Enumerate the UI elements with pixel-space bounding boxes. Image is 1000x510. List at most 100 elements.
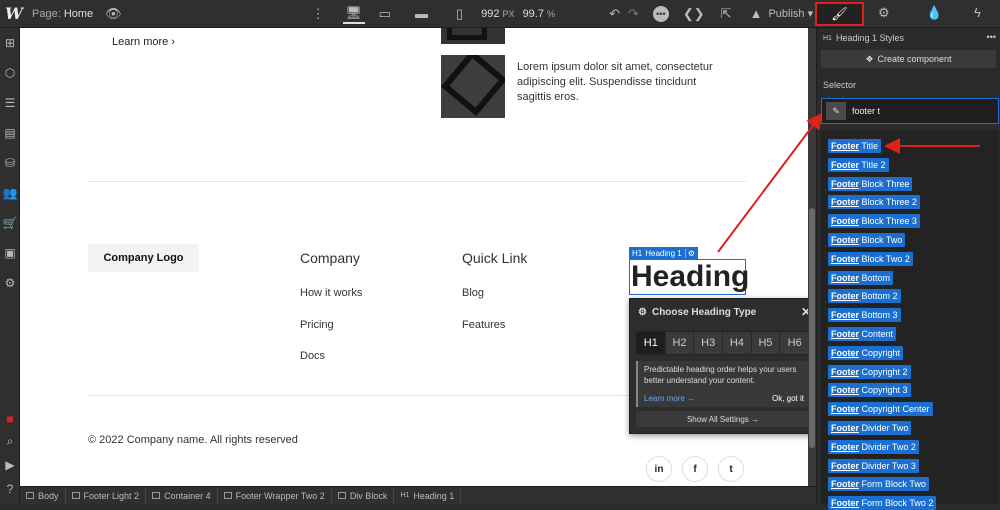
selector-suggestion[interactable]: Footer Block Two 2 [828, 251, 913, 266]
selector-suggestion[interactable]: Footer Block Three 2 [828, 195, 920, 210]
suggestion-rest: Bottom 2 [859, 291, 898, 302]
company-logo[interactable]: Company Logo [88, 244, 199, 272]
selector-suggestion[interactable]: Footer Copyright 2 [828, 364, 911, 379]
tab-h1[interactable]: H1 [637, 332, 666, 354]
show-all-settings-button[interactable]: Show All Settings → [636, 411, 808, 427]
selector-suggestion[interactable]: Footer Block Two [828, 233, 906, 247]
pages-icon[interactable]: ▤ [0, 118, 20, 148]
selector-suggestion[interactable]: Footer Divider Two 2 [828, 439, 919, 454]
heading-element-tag[interactable]: H1 Heading 1 ⚙ [629, 247, 698, 259]
code-icon[interactable]: ❮❯ [683, 6, 705, 22]
more-horizontal-icon[interactable]: ••• [987, 32, 996, 42]
tablet-landscape-icon[interactable]: ▭ [379, 6, 391, 22]
publish-button[interactable]: Publish ▾ [768, 7, 813, 20]
lightning-icon[interactable]: ϟ [974, 5, 981, 20]
suggestion-match: Footer [831, 441, 859, 452]
selector-suggestion[interactable]: Footer Copyright [828, 345, 904, 360]
selector-suggestion[interactable]: Footer Block Three 3 [828, 214, 920, 229]
desktop-icon[interactable]: 🖥 [342, 4, 365, 24]
selector-label: Selector [823, 80, 857, 90]
selector-suggestion[interactable]: Footer Bottom [828, 270, 894, 285]
publish-icon[interactable]: ▲ [750, 6, 763, 21]
footer-link[interactable]: Pricing [300, 319, 334, 331]
selector-suggestion[interactable]: Footer Divider Two 3 [828, 458, 919, 473]
suggestion-rest: Block Two 2 [859, 253, 910, 264]
selector-suggestion[interactable]: Footer Bottom 3 [828, 308, 901, 323]
selector-suggestion[interactable]: Footer Divider Two [828, 421, 912, 435]
twitter-icon[interactable]: t [718, 456, 744, 482]
design-canvas[interactable]: Learn more › Lorem ipsum dolor sit amet,… [20, 28, 808, 486]
settings-icon[interactable]: ⚙ [0, 268, 20, 298]
create-component-button[interactable]: ❖ Create component [821, 50, 996, 68]
panel-header: H1 Heading 1 Styles ••• [817, 28, 1000, 48]
brush-icon[interactable]: 🖌 [815, 2, 864, 26]
cms-icon[interactable]: ⛁ [0, 148, 20, 178]
scrollbar-thumb[interactable] [809, 208, 815, 448]
selector-tag-icon: ✎ [826, 102, 846, 120]
linkedin-icon[interactable]: in [646, 456, 672, 482]
selector-suggestion[interactable]: Footer Title 2 [828, 157, 889, 172]
navigator-icon[interactable]: ☰ [0, 88, 20, 118]
gear-icon[interactable]: ⚙ [684, 248, 695, 258]
ok-got-it-button[interactable]: Ok, got it [772, 393, 804, 404]
footer-link[interactable]: Blog [462, 287, 484, 299]
canvas-scrollbar[interactable] [808, 28, 816, 486]
breadcrumb-item[interactable]: H1 Heading 1 [394, 486, 462, 505]
ecommerce-icon[interactable]: 🛒 [0, 208, 20, 238]
breadcrumb: Body Footer Light 2 Container 4 Footer W… [20, 486, 816, 505]
selector-suggestion[interactable]: Footer Form Block Two [828, 477, 929, 492]
close-icon[interactable]: ✕ [801, 305, 808, 319]
page-selector[interactable]: Page: Home [32, 8, 93, 20]
selector-input[interactable]: ✎ footer t [821, 98, 999, 124]
box-icon [152, 492, 161, 499]
tablet-icon[interactable]: ▬ [415, 6, 428, 21]
cube-icon[interactable]: ⬡ [0, 58, 20, 88]
selector-suggestion[interactable]: Footer Title [828, 139, 882, 153]
learn-more-link[interactable]: Learn more › [112, 36, 175, 48]
tab-h3[interactable]: H3 [694, 332, 724, 354]
selector-suggestion[interactable]: Footer Copyright 3 [828, 383, 911, 398]
breadcrumb-item[interactable]: Body [20, 486, 66, 505]
suggestion-match: Footer [831, 347, 859, 358]
breadcrumb-item[interactable]: Container 4 [146, 486, 218, 505]
selector-suggestion[interactable]: Footer Content [828, 327, 897, 341]
facebook-icon[interactable]: f [682, 456, 708, 482]
learn-more-link[interactable]: Learn more → [644, 393, 695, 404]
more-circle-icon[interactable]: ••• [652, 5, 669, 22]
tab-h2[interactable]: H2 [665, 332, 695, 354]
selector-suggestion[interactable]: Footer Block Three [828, 176, 913, 191]
footer-link[interactable]: Features [462, 319, 505, 331]
footer-link[interactable]: Docs [300, 350, 325, 362]
help-icon[interactable]: ? [0, 474, 20, 504]
phone-icon[interactable]: ▯ [456, 6, 463, 22]
gear-icon[interactable]: ⚙ [878, 5, 890, 21]
footer-link[interactable]: How it works [300, 287, 362, 299]
tab-h5[interactable]: H5 [751, 332, 781, 354]
eye-icon[interactable]: 👁 [105, 6, 122, 22]
tab-h4[interactable]: H4 [723, 332, 752, 354]
export-icon[interactable]: ⇱ [721, 6, 732, 22]
tab-h6[interactable]: H6 [780, 332, 808, 354]
selector-suggestion[interactable]: Footer Form Block Two 2 [828, 496, 937, 510]
assets-icon[interactable]: ▣ [0, 238, 20, 268]
create-component-label: Create component [877, 54, 952, 64]
webflow-logo[interactable]: W [0, 0, 28, 28]
breadcrumb-item[interactable]: Footer Light 2 [66, 486, 147, 505]
selector-suggestion[interactable]: Footer Bottom 2 [828, 289, 901, 304]
breadcrumb-item[interactable]: Footer Wrapper Two 2 [218, 486, 332, 505]
undo-icon[interactable]: ↶ [609, 6, 620, 22]
blog-thumbnail [441, 55, 505, 118]
breadcrumb-label: Container 4 [164, 490, 211, 501]
left-toolbar: ⊞ ⬡ ☰ ▤ ⛁ 👥 🛒 ▣ ⚙ ■ ⌕ ▶ ? [0, 28, 20, 504]
more-vertical-icon[interactable]: ⋮ [312, 6, 325, 22]
redo-icon[interactable]: ↷ [628, 6, 639, 22]
breadcrumb-item[interactable]: Div Block [332, 486, 395, 505]
suggestion-rest: Block Three 2 [859, 197, 917, 208]
selected-heading[interactable]: Heading [629, 259, 749, 295]
add-icon[interactable]: ⊞ [0, 28, 20, 58]
selector-suggestion[interactable]: Footer Copyright Center [828, 402, 933, 417]
users-icon[interactable]: 👥 [0, 178, 20, 208]
zoom-level[interactable]: 99.7 % [523, 8, 556, 20]
drops-icon[interactable]: 💧 [926, 5, 942, 21]
canvas-width[interactable]: 992 PX [481, 8, 514, 20]
